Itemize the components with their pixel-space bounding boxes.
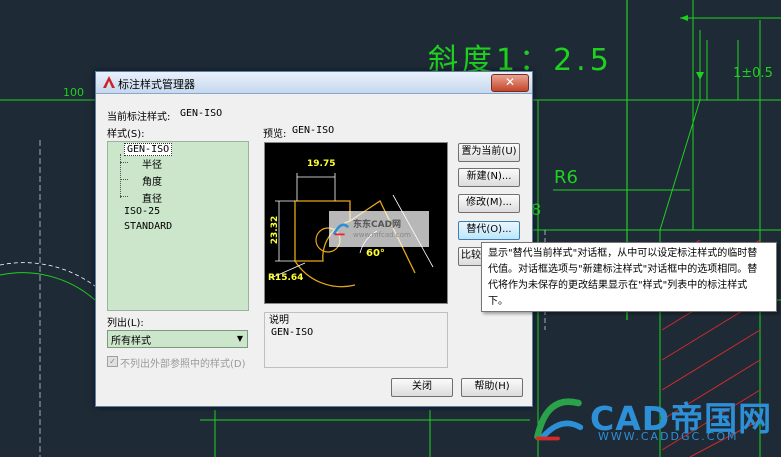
watermark-name: 东东CAD网 xyxy=(353,220,402,230)
preview-label: 预览: xyxy=(263,129,287,140)
style-item-iso-25[interactable]: ISO-25 xyxy=(124,206,160,217)
preview-dim-19-75: 19.75 xyxy=(307,159,336,169)
preview-dim-23-32: 23.32 xyxy=(270,215,281,245)
cad-dim-tolerance: 1±0.5 xyxy=(733,66,773,81)
cad-site-logo: CAD帝国网 WWW.CADDGC.COM xyxy=(530,388,775,450)
style-preview-panel: 19.75 23.32 60° R15.64 东东CAD网 www.mfcad.… xyxy=(264,142,448,304)
help-button[interactable]: 帮助(H) xyxy=(461,378,523,397)
dialog-close-button[interactable]: ✕ xyxy=(491,74,529,92)
list-filter-value: 所有样式 xyxy=(111,336,151,347)
tree-connector xyxy=(120,162,128,163)
tooltip-line: 代值。对话框选项与"新建标注样式"对话框中的选项相同。替 xyxy=(488,264,758,275)
exclude-xref-checkbox[interactable]: ✓ xyxy=(107,356,118,367)
tree-connector xyxy=(120,154,121,198)
description-value: GEN-ISO xyxy=(271,327,314,338)
style-item-gen-iso[interactable]: GEN-ISO xyxy=(124,143,173,156)
style-item-standard[interactable]: STANDARD xyxy=(124,221,172,232)
override-style-button[interactable]: 替代(O)... xyxy=(458,221,520,240)
styles-label: 样式(S): xyxy=(107,129,145,140)
style-tree-list[interactable]: GEN-ISO 半径 角度 直径 ISO-25 STANDARD xyxy=(107,141,249,311)
tree-connector xyxy=(120,179,128,180)
logo-swoosh-icon xyxy=(534,398,584,441)
style-item-diameter[interactable]: 直径 xyxy=(142,190,162,205)
override-button-tooltip: 显示"替代当前样式"对话框，从中可以设定标注样式的临时替 代值。对话框选项与"新… xyxy=(481,242,777,312)
chevron-down-icon[interactable]: ▼ xyxy=(233,331,247,347)
preview-style-value: GEN-ISO xyxy=(292,125,335,136)
dialog-titlebar[interactable]: 标注样式管理器 ✕ xyxy=(96,72,532,94)
list-filter-dropdown[interactable]: 所有样式 ▼ xyxy=(107,330,248,348)
preview-dim-r15-64: R15.64 xyxy=(268,273,304,283)
preview-dim-60-deg: 60° xyxy=(366,248,385,259)
cad-dim-100: 100 xyxy=(63,86,84,99)
modify-style-button[interactable]: 修改(M)... xyxy=(458,194,520,213)
style-item-radius[interactable]: 半径 xyxy=(142,156,162,171)
current-style-label: 当前标注样式: xyxy=(107,112,171,123)
description-label: 说明 xyxy=(269,315,289,326)
dimension-style-manager-dialog: 标注样式管理器 ✕ 当前标注样式: GEN-ISO 样式(S): GEN-ISO… xyxy=(95,71,533,407)
watermark-url: www.mfcad.com xyxy=(353,231,411,239)
exclude-xref-label: 不列出外部参照中的样式(D) xyxy=(120,359,246,370)
style-item-angle[interactable]: 角度 xyxy=(142,173,162,188)
tooltip-line: 显示"替代当前样式"对话框，从中可以设定标注样式的临时替 xyxy=(488,248,758,259)
tooltip-line: 下。 xyxy=(488,296,508,307)
tooltip-line: 代将作为未保存的更改结果显示在"样式"列表中的标注样式 xyxy=(488,280,748,291)
logo-url: WWW.CADDGC.COM xyxy=(598,430,739,443)
new-style-button[interactable]: 新建(N)... xyxy=(458,168,520,187)
close-button[interactable]: 关闭 xyxy=(391,378,453,397)
dialog-title: 标注样式管理器 xyxy=(118,78,195,91)
watermark-logo-icon xyxy=(332,223,350,236)
cad-dim-r6: R6 xyxy=(554,167,578,188)
current-style-value: GEN-ISO xyxy=(180,108,223,119)
description-group: 说明 GEN-ISO xyxy=(264,312,448,368)
tree-connector xyxy=(120,196,128,197)
list-label: 列出(L): xyxy=(107,318,144,329)
preview-watermark: 东东CAD网 www.mfcad.com xyxy=(329,211,429,247)
autocad-app-icon xyxy=(103,76,115,88)
set-current-button[interactable]: 置为当前(U) xyxy=(458,143,520,162)
